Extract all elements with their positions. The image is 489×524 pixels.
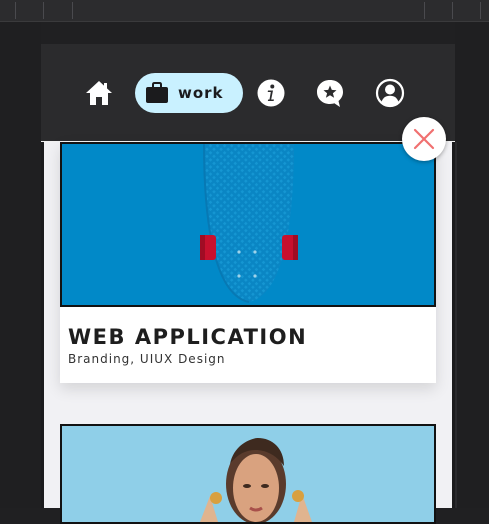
page-edge — [452, 142, 455, 508]
toolbar-divider — [480, 2, 481, 19]
user-icon — [375, 78, 405, 108]
toolbar-divider — [72, 2, 73, 19]
nav-testimonials[interactable] — [312, 73, 348, 113]
home-icon — [86, 81, 112, 105]
project-title: WEB APPLICATION — [68, 325, 308, 349]
left-gutter — [0, 22, 41, 508]
toolbar-divider — [452, 2, 453, 19]
project-card[interactable]: WEB APPLICATION Branding, UIUX Design — [60, 142, 436, 383]
main-nav: work — [41, 44, 455, 142]
toolbar-divider — [424, 2, 425, 19]
star-chat-icon — [317, 80, 343, 107]
nav-profile[interactable] — [372, 73, 408, 113]
close-button[interactable] — [402, 117, 446, 161]
nav-home[interactable] — [79, 73, 119, 113]
skateboard-photo — [62, 144, 434, 305]
browser-toolbar — [0, 0, 489, 22]
right-gutter — [455, 22, 489, 508]
nav-work-label: work — [178, 84, 224, 102]
toolbar-divider — [43, 2, 44, 19]
close-icon — [413, 128, 435, 150]
toolbar-divider — [15, 2, 16, 19]
project-tags: Branding, UIUX Design — [68, 352, 226, 366]
briefcase-icon — [146, 82, 168, 103]
project-card[interactable] — [60, 424, 436, 524]
nav-work[interactable]: work — [135, 73, 243, 113]
project-image — [60, 142, 436, 307]
nav-about[interactable] — [253, 73, 289, 113]
page-edge — [41, 142, 44, 508]
info-icon — [257, 79, 285, 107]
